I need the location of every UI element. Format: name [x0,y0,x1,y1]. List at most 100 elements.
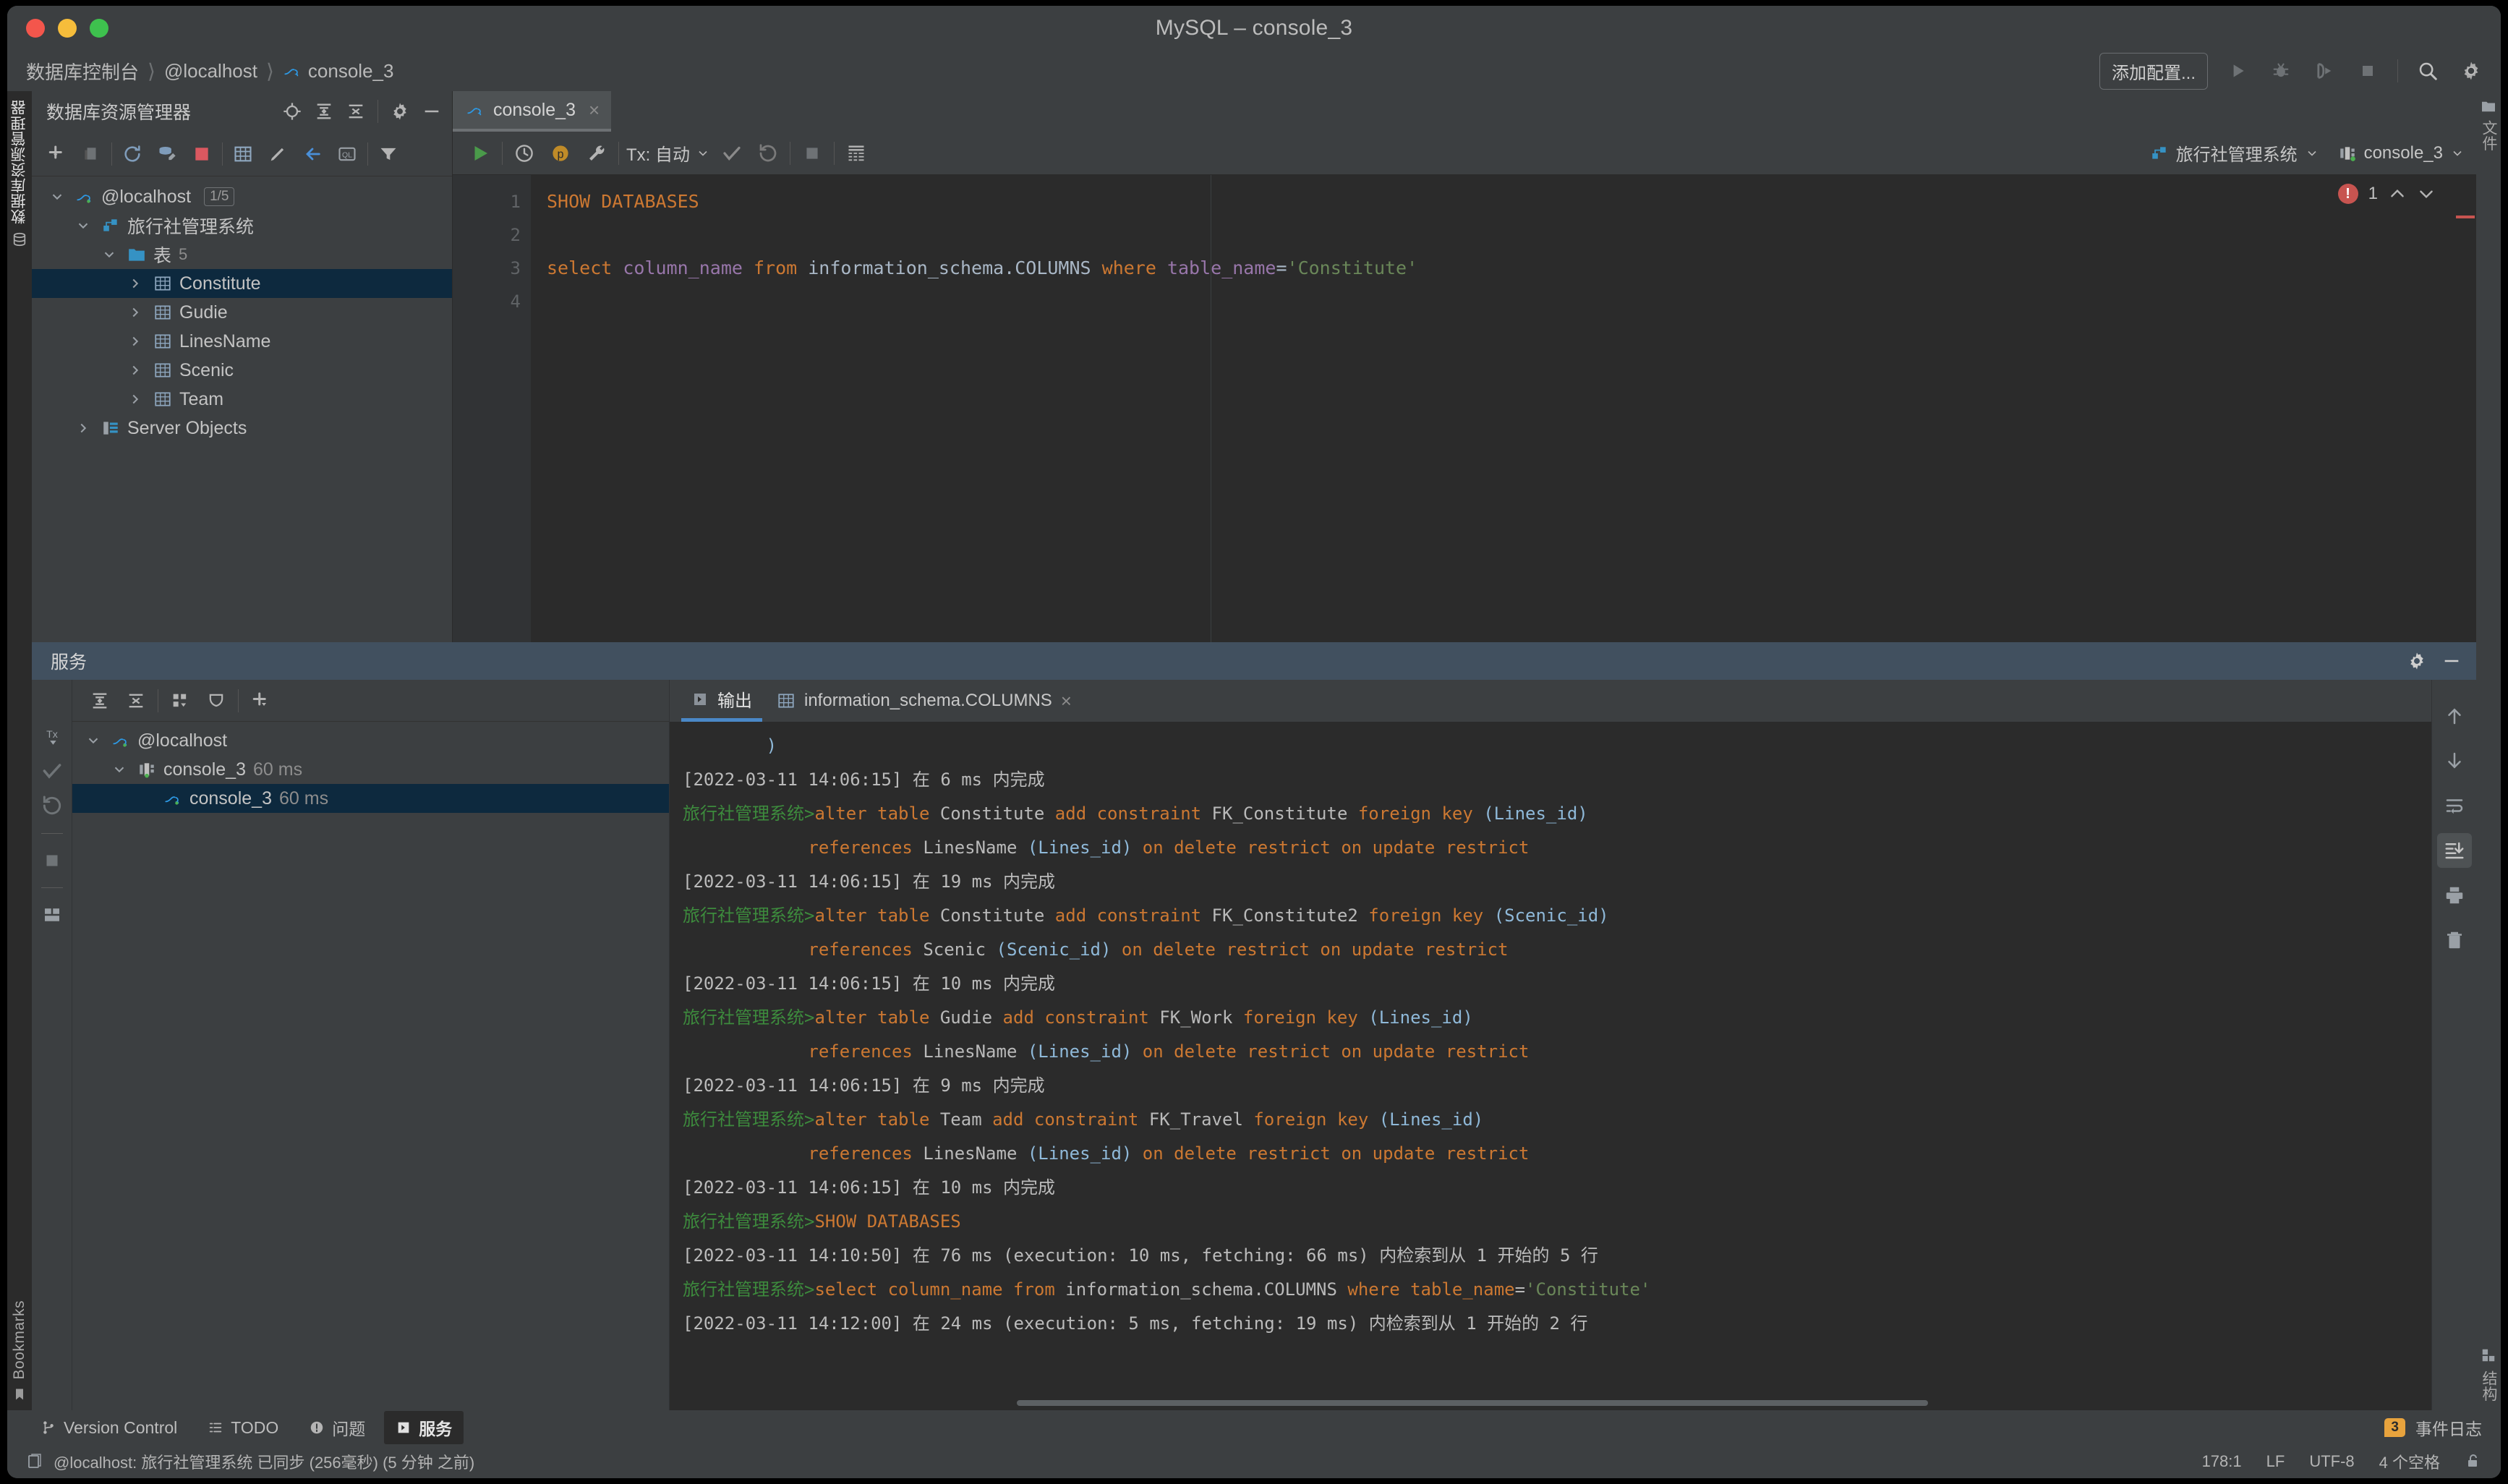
code-line[interactable]: SHOW DATABASES [539,185,2476,218]
db-tree-row[interactable]: Constitute [32,269,452,298]
next-problem-icon[interactable] [2417,184,2436,203]
tree-chevron-icon[interactable] [127,333,146,349]
inspection-widget[interactable]: ! 1 [2337,184,2436,204]
tree-chevron-icon[interactable] [75,420,94,436]
output-tab[interactable]: 输出 [681,680,762,722]
run-icon[interactable] [466,139,495,168]
rail-item-files[interactable]: 文件 [2478,100,2499,151]
table-icon[interactable] [229,140,257,169]
db-tree-row[interactable]: 表5 [32,240,452,269]
debug-icon[interactable] [2267,57,2295,85]
jump-to-icon[interactable] [298,140,327,169]
unlocked-icon[interactable] [2465,1453,2482,1470]
rail-item-database-explorer[interactable]: 数据库资源管理器 [9,100,30,247]
minimize-icon[interactable] [2441,651,2462,671]
commit-icon[interactable] [717,139,746,168]
tree-chevron-icon[interactable] [85,733,104,749]
session-selector[interactable]: console_3 [2338,143,2465,163]
services-tree-row[interactable]: console_3 60 ms [72,755,669,784]
soft-wrap-icon[interactable] [2437,788,2472,823]
tree-chevron-icon[interactable] [75,218,94,234]
db-tree-row[interactable]: 旅行社管理系统 [32,211,452,240]
tool-window-button[interactable]: 服务 [384,1411,464,1444]
tree-chevron-icon[interactable] [127,362,146,378]
gear-icon[interactable] [2407,651,2427,671]
scroll-down-icon[interactable] [2437,743,2472,778]
db-tree-row[interactable]: LinesName [32,327,452,356]
tree-chevron-icon[interactable] [111,762,130,777]
prev-problem-icon[interactable] [2388,184,2407,203]
db-tree-row[interactable]: @localhost 1/5 [32,182,452,211]
search-icon[interactable] [2414,57,2441,85]
expand-all-icon[interactable] [314,101,334,121]
tx-icon[interactable]: Tx [40,723,64,748]
breadcrumb-item-console3[interactable]: console_3 [283,60,393,82]
parameters-icon[interactable]: p [546,139,575,168]
add-icon[interactable] [42,140,71,169]
stop-icon[interactable] [187,140,216,169]
group-icon[interactable] [166,686,195,715]
copy-icon[interactable] [77,140,106,169]
caret-position[interactable]: 178:1 [2202,1452,2242,1471]
filter-icon[interactable] [374,140,403,169]
collapse-all-icon[interactable] [121,686,150,715]
line-separator[interactable]: LF [2266,1452,2285,1471]
breadcrumb-item-localhost[interactable]: @localhost [164,60,257,82]
close-icon[interactable]: × [1061,690,1072,712]
stop-icon[interactable] [798,139,827,168]
rollback-icon[interactable] [40,794,64,817]
add-icon[interactable] [246,686,275,715]
rail-item-bookmarks[interactable]: Bookmarks [11,1300,28,1402]
locate-icon[interactable] [282,101,302,121]
sql-code[interactable]: SHOW DATABASES select column_name from i… [531,175,2476,642]
rail-item-structure[interactable]: 结构 [2478,1347,2499,1402]
sync-icon[interactable] [153,140,182,169]
query-console-icon[interactable]: QL [333,140,362,169]
file-encoding[interactable]: UTF-8 [2309,1452,2354,1471]
tree-chevron-icon[interactable] [101,247,120,263]
add-configuration-button[interactable]: 添加配置... [2099,52,2208,90]
gear-icon[interactable] [390,101,410,121]
scroll-to-end-icon[interactable] [2436,833,2472,868]
tool-window-button[interactable]: Version Control [29,1414,189,1442]
edit-icon[interactable] [263,140,292,169]
stop-icon[interactable] [2354,57,2381,85]
error-stripe-marker[interactable] [2456,216,2475,218]
minimize-icon[interactable] [422,101,442,121]
print-icon[interactable] [2437,878,2472,913]
db-tree-row[interactable]: Gudie [32,298,452,327]
run-coverage-icon[interactable] [2311,57,2338,85]
output-horizontal-scrollbar[interactable] [670,1396,2431,1410]
tool-window-button[interactable]: 问题 [297,1411,377,1444]
code-line[interactable]: select column_name from information_sche… [539,252,2476,285]
grid-icon[interactable] [41,904,63,926]
services-tree-row[interactable]: @localhost [72,726,669,755]
close-icon[interactable]: × [589,99,600,121]
refresh-icon[interactable] [118,140,147,169]
code-line[interactable] [539,218,2476,252]
code-line[interactable] [539,285,2476,318]
clear-all-icon[interactable] [2437,923,2472,958]
wrench-icon[interactable] [582,139,611,168]
filter-view-icon[interactable] [202,686,231,715]
collapse-all-icon[interactable] [346,101,366,121]
history-icon[interactable] [510,139,539,168]
code-area[interactable]: 1 2 3✓ 4 SHOW DATABASES select column_name … [453,175,2476,642]
tree-chevron-icon[interactable] [49,189,68,205]
services-tree-row[interactable]: console_3 60 ms [72,784,669,813]
output-log[interactable]: ) [2022-03-11 14:06:15] 在 6 ms 内完成 旅行社管理系统… [670,722,2431,1396]
tree-chevron-icon[interactable] [127,304,146,320]
db-tree-row[interactable]: Server Objects [32,414,452,443]
settings-icon[interactable] [2457,57,2485,85]
run-icon[interactable] [2224,57,2251,85]
db-tree-row[interactable]: Scenic [32,356,452,385]
scroll-up-icon[interactable] [2437,699,2472,733]
tree-chevron-icon[interactable] [127,391,146,407]
tool-window-button[interactable]: TODO [196,1414,290,1442]
stop-icon[interactable] [41,850,63,871]
rollback-icon[interactable] [754,139,782,168]
db-tree-row[interactable]: Team [32,385,452,414]
breadcrumb-item-console-root[interactable]: 数据库控制台 [26,58,139,85]
editor-tab-console3[interactable]: console_3 × [453,91,612,132]
commit-icon[interactable] [40,759,64,782]
